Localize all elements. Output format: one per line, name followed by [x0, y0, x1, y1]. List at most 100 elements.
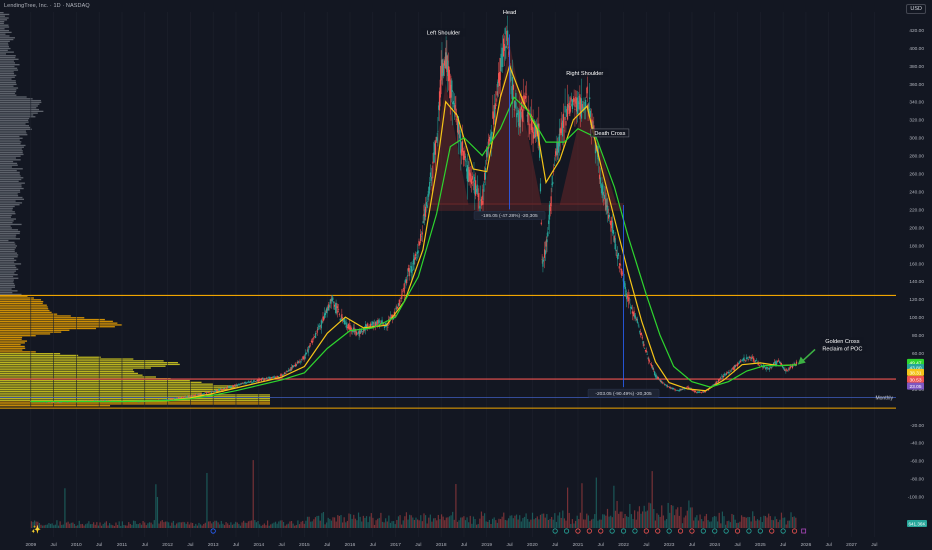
- volume-bar: [193, 525, 195, 528]
- volume-bar: [268, 525, 270, 528]
- profile-bar: [0, 261, 15, 263]
- profile-bar: [0, 65, 15, 68]
- volume-bar: [533, 519, 535, 528]
- volume-bar: [447, 517, 449, 528]
- volume-bar: [62, 524, 64, 528]
- volume-bar: [485, 521, 487, 528]
- volume-bar: [123, 524, 125, 528]
- candle-body: [461, 141, 464, 152]
- volume-bar: [290, 521, 293, 528]
- volume-bar: [81, 523, 84, 528]
- time-tick-label: 2027: [846, 542, 857, 548]
- candle-body: [335, 303, 337, 314]
- profile-bar: [0, 60, 14, 62]
- volume-bar: [201, 525, 203, 528]
- volume-bar: [595, 477, 597, 528]
- profile-bar: [0, 110, 44, 113]
- volume-bar: [260, 525, 262, 528]
- volume-bar: [155, 484, 157, 528]
- candle-body: [315, 333, 318, 335]
- volume-bar: [664, 520, 666, 528]
- annotation-label: Right Shoulder: [566, 71, 603, 77]
- profile-bar: [0, 374, 143, 376]
- volume-bar: [732, 514, 735, 528]
- volume-bar: [594, 514, 596, 528]
- profile-bar: [0, 200, 16, 202]
- candle-body: [507, 30, 509, 46]
- volume-bar: [737, 522, 739, 528]
- volume-label-text: 641.36K: [908, 522, 926, 527]
- candle-body: [624, 283, 626, 290]
- profile-bar: [0, 288, 12, 290]
- profile-bar: [0, 315, 71, 317]
- volume-bar: [624, 513, 626, 528]
- profile-bar: [0, 22, 4, 25]
- candle-body: [367, 325, 369, 327]
- profile-bar: [0, 141, 22, 143]
- currency-button[interactable]: USD: [906, 4, 926, 14]
- price-tick-label: 220.00: [909, 207, 924, 213]
- candle-body: [513, 109, 515, 110]
- profile-bar: [0, 38, 14, 41]
- candle-body: [554, 155, 556, 157]
- volume-bar: [731, 513, 733, 528]
- volume-bar: [535, 518, 537, 528]
- profile-bar: [0, 318, 105, 321]
- volume-bar: [80, 524, 82, 528]
- volume-bar: [140, 524, 143, 528]
- time-tick-label: 2016: [345, 542, 356, 548]
- profile-bar: [0, 96, 27, 98]
- profile-bar: [0, 126, 31, 129]
- price-chart[interactable]: 124.16Monthly-1.43 -195.05 (-47.28%) -20…: [0, 0, 932, 550]
- candle-body: [564, 105, 566, 113]
- volume-bar: [48, 523, 50, 528]
- volume-bar: [554, 513, 556, 528]
- candle-body: [465, 158, 467, 162]
- volume-bar: [685, 515, 687, 528]
- volume-bar: [560, 517, 562, 528]
- tradingview-logo-icon: ✨: [31, 525, 41, 534]
- time-tick-label: 2019: [481, 542, 492, 548]
- volume-bar: [230, 522, 232, 528]
- candle-body: [272, 377, 274, 378]
- volume-bar: [126, 525, 128, 528]
- candle-body: [571, 99, 574, 110]
- candle-body: [178, 397, 180, 399]
- volume-bar: [499, 519, 502, 528]
- profile-bar: [0, 265, 16, 267]
- profile-bar: [0, 225, 11, 227]
- volume-bar: [211, 523, 213, 528]
- volume-bar: [616, 500, 618, 528]
- profile-bar: [0, 363, 180, 366]
- volume-bar: [584, 519, 586, 528]
- candle-body: [333, 304, 336, 307]
- candle-body: [581, 104, 583, 109]
- profile-bar: [0, 336, 23, 339]
- profile-bar: [0, 187, 24, 190]
- volume-bar: [618, 513, 620, 528]
- volume-bar: [198, 522, 200, 528]
- volume-bar: [683, 517, 685, 528]
- event-marker: [769, 528, 775, 534]
- candle-body: [785, 371, 787, 372]
- candle-body: [776, 362, 778, 364]
- candle-body: [431, 177, 433, 179]
- candle-body: [212, 390, 214, 392]
- volume-bar: [606, 508, 609, 528]
- candle-body: [483, 183, 485, 192]
- candle-body: [504, 28, 506, 35]
- volume-bar: [642, 511, 644, 528]
- candle-body: [608, 214, 611, 218]
- volume-bar: [511, 515, 513, 528]
- candle-body: [321, 321, 323, 323]
- profile-bar: [0, 44, 9, 46]
- event-marker: [552, 528, 558, 534]
- candle-body: [757, 364, 759, 365]
- candle-body: [741, 360, 743, 362]
- candle-body: [700, 392, 702, 393]
- candle-body: [503, 43, 505, 51]
- profile-bar: [0, 51, 14, 53]
- volume-bar: [488, 519, 491, 528]
- volume-bar: [251, 520, 253, 528]
- volume-bar: [777, 522, 779, 528]
